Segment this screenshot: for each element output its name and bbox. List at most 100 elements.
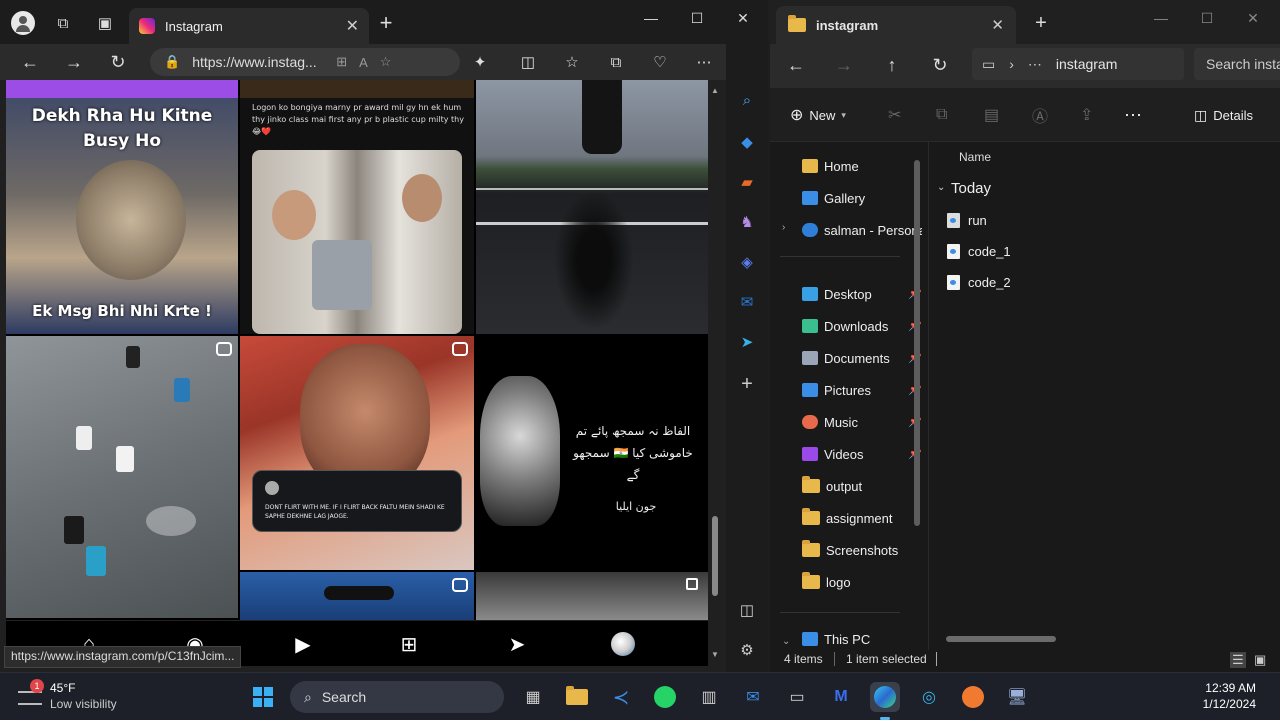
file-explorer-app-icon[interactable] [562, 682, 592, 712]
chevron-right-icon[interactable]: › [782, 222, 785, 233]
vscode-app-icon[interactable]: ≺ [606, 682, 636, 712]
refresh-icon[interactable]: ↻ [104, 49, 132, 75]
create-icon[interactable]: ⊞ [396, 631, 422, 657]
nav-item-music[interactable]: Music 📌 [802, 410, 922, 434]
whatsapp-app-icon[interactable] [650, 682, 680, 712]
maps-app-icon[interactable]: ◎ [914, 682, 944, 712]
cut-icon[interactable]: ✂ [888, 104, 901, 126]
copy-icon[interactable]: ⧉ [936, 104, 947, 126]
post-thumbnail[interactable]: Logon ko bongiya marny pr award mil gy h… [240, 80, 474, 334]
tiles-view-icon[interactable]: ▣ [1254, 652, 1266, 668]
more-options-icon[interactable]: ⋯ [1124, 104, 1142, 126]
nav-item-gallery[interactable]: Gallery [802, 186, 922, 210]
extensions-icon[interactable]: ✦ [466, 49, 494, 75]
close-window-icon[interactable]: ✕ [720, 6, 766, 30]
nav-item-assignment[interactable]: assignment [802, 506, 922, 530]
task-view-icon[interactable]: ▦ [518, 682, 548, 712]
sublime-app-icon[interactable] [958, 682, 988, 712]
favorites-icon[interactable]: ☆ [558, 49, 586, 75]
search-icon[interactable]: ⌕ [735, 88, 759, 112]
tab-close-icon[interactable]: ✕ [346, 16, 359, 36]
back-icon[interactable]: ← [16, 49, 44, 75]
read-aloud-icon[interactable]: A [359, 55, 368, 70]
nav-item-videos[interactable]: Videos 📌 [802, 442, 922, 466]
add-sidebar-app-icon[interactable]: + [735, 372, 759, 396]
clock-time[interactable]: 12:39 AM [1190, 681, 1256, 695]
split-screen-icon[interactable]: ◫ [514, 49, 542, 75]
forward-icon[interactable]: → [60, 49, 88, 75]
reels-icon[interactable]: ▶ [290, 631, 316, 657]
nav-scrollbar-thumb[interactable] [914, 160, 920, 526]
taskbar-search[interactable]: ⌕ Search [290, 681, 504, 713]
nav-item-screenshots[interactable]: Screenshots [802, 538, 922, 562]
explorer-path-bar[interactable]: ▭ › ⋯ instagram [972, 48, 1184, 80]
tools-icon[interactable]: ▰ [735, 170, 759, 194]
outlook-icon[interactable]: ✉ [735, 290, 759, 314]
workspaces-icon[interactable]: ⧉ [50, 10, 76, 36]
mail-app-icon[interactable]: ✉ [738, 682, 768, 712]
paste-icon[interactable]: ▤ [984, 104, 999, 126]
nav-item-output[interactable]: output [802, 474, 922, 498]
rename-icon[interactable]: Ⓐ [1032, 104, 1048, 126]
store-app-icon[interactable]: ▥ [694, 682, 724, 712]
page-scrollbar[interactable]: ▲ ▼ [708, 80, 724, 668]
favorite-star-icon[interactable]: ☆ [380, 54, 392, 70]
file-row[interactable]: code_1 [947, 240, 1011, 262]
clock-date[interactable]: 1/12/2024 [1190, 697, 1256, 711]
refresh-icon[interactable]: ↻ [926, 52, 954, 78]
settings-gear-icon[interactable]: ⚙ [735, 638, 759, 662]
nav-item-downloads[interactable]: Downloads 📌 [802, 314, 922, 338]
collections-icon[interactable]: ⧉ [602, 49, 630, 75]
browser-essentials-icon[interactable]: ♡ [646, 49, 674, 75]
details-button[interactable]: ◫ Details [1194, 104, 1253, 126]
post-thumbnail[interactable]: Dekh Rha Hu Kitne Busy Ho Ek Msg Bhi Nhi… [6, 80, 238, 334]
details-view-icon[interactable]: ☰ [1230, 652, 1246, 668]
forward-icon[interactable]: → [830, 52, 858, 78]
more-path-icon[interactable]: ⋯ [1028, 56, 1042, 73]
profile-icon[interactable] [610, 631, 636, 657]
more-menu-icon[interactable]: ⋯ [690, 49, 718, 75]
scroll-up-icon[interactable]: ▲ [711, 86, 719, 95]
direct-messages-icon[interactable]: ➤ [504, 631, 530, 657]
edge-app-icon[interactable] [870, 682, 900, 712]
start-windows-icon[interactable] [248, 682, 278, 712]
maximize-icon[interactable]: ☐ [1184, 6, 1230, 30]
group-header-today[interactable]: Today [951, 180, 991, 197]
dev-app-icon[interactable]: M [826, 682, 856, 712]
games-icon[interactable]: ♞ [735, 210, 759, 234]
new-tab-icon[interactable]: + [1028, 10, 1054, 36]
weather-widget[interactable]: 1 [18, 679, 44, 709]
post-thumbnail[interactable] [476, 572, 708, 620]
path-segment[interactable]: instagram [1056, 56, 1117, 72]
post-thumbnail[interactable] [6, 336, 238, 618]
chevron-down-icon[interactable]: ⌄ [937, 182, 945, 193]
new-tab-icon[interactable]: + [373, 10, 399, 36]
tab-instagram-folder[interactable]: instagram ✕ [776, 6, 1016, 44]
explorer-search-input[interactable]: Search insta [1194, 48, 1280, 80]
tab-close-icon[interactable]: ✕ [991, 16, 1004, 34]
tab-instagram[interactable]: Instagram ✕ [129, 8, 369, 44]
file-row[interactable]: run [947, 209, 987, 231]
back-icon[interactable]: ← [782, 52, 810, 78]
up-icon[interactable]: ↑ [878, 52, 906, 78]
nav-item-desktop[interactable]: Desktop 📌 [802, 282, 922, 306]
drop-icon[interactable]: ➤ [735, 330, 759, 354]
hide-sidebar-icon[interactable]: ◫ [735, 598, 759, 622]
new-button[interactable]: ⊕ New ▾ [790, 104, 846, 126]
nav-item-documents[interactable]: Documents 📌 [802, 346, 922, 370]
post-thumbnail[interactable] [240, 572, 474, 620]
shopping-icon[interactable]: ◆ [735, 130, 759, 154]
nav-item-pictures[interactable]: Pictures 📌 [802, 378, 922, 402]
nav-item-home[interactable]: Home [802, 154, 922, 178]
profile-avatar-icon[interactable] [10, 10, 36, 36]
tab-actions-icon[interactable]: ▣ [92, 10, 118, 36]
microsoft-365-icon[interactable]: ◈ [735, 250, 759, 274]
minimize-icon[interactable]: — [1138, 6, 1184, 30]
remote-desktop-app-icon[interactable]: 🖥 [1002, 682, 1032, 712]
minimize-icon[interactable]: — [628, 6, 674, 30]
apps-icon[interactable]: ⊞ [336, 54, 347, 70]
maximize-icon[interactable]: ☐ [674, 6, 720, 30]
file-row[interactable]: code_2 [947, 271, 1011, 293]
chevron-down-icon[interactable]: ⌄ [782, 636, 790, 647]
post-thumbnail[interactable]: الفاظ نہ سمجھ پائے تم خاموشی کیا 🇮🇳 سمجھ… [476, 336, 708, 570]
